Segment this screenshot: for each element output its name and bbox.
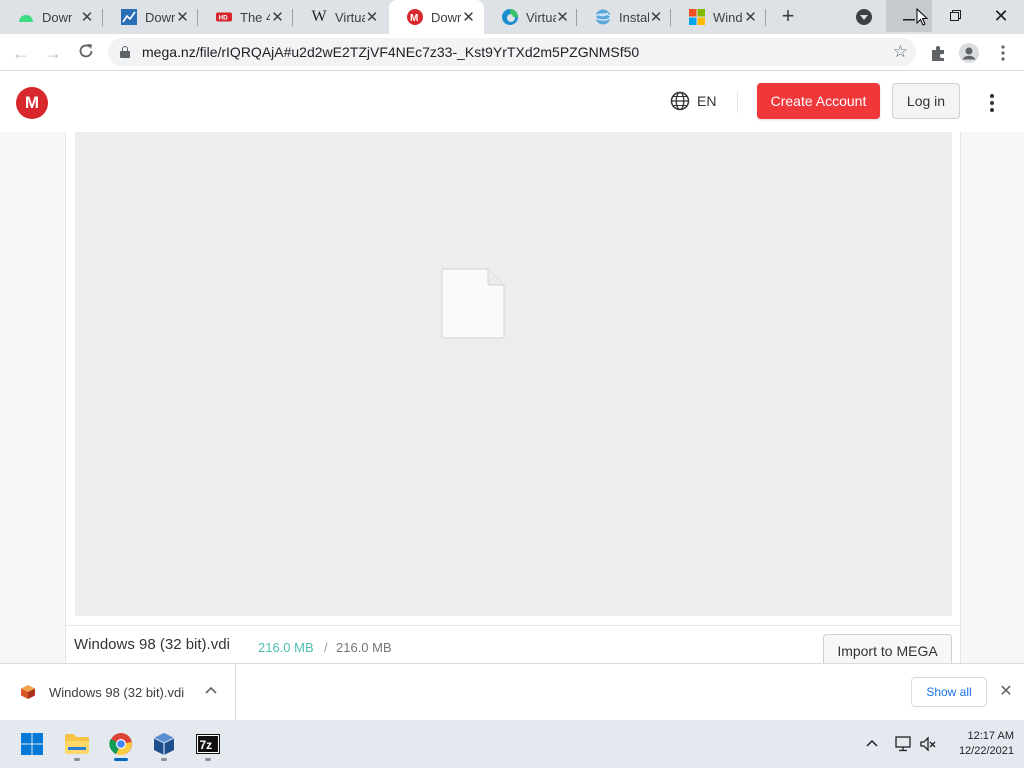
url-text: mega.nz/file/rIQRQAjA#u2d2wE2TZjVF4NEc7z… <box>142 44 640 60</box>
svg-text:M: M <box>410 13 418 24</box>
language-selector[interactable]: EN <box>670 91 716 111</box>
taskbar-virtualbox[interactable] <box>146 726 182 762</box>
size-separator: / <box>324 640 328 655</box>
file-card: Windows 98 (32 bit).vdi 216.0 MB / 216.0… <box>65 132 961 668</box>
clock-time: 12:17 AM <box>967 730 1014 742</box>
network-icon[interactable] <box>894 735 912 753</box>
start-button[interactable] <box>14 726 50 762</box>
tab-windows[interactable]: Windows ✕ <box>671 0 766 34</box>
folder-icon <box>65 734 89 754</box>
reload-button[interactable] <box>73 40 99 66</box>
edge-icon <box>502 9 518 25</box>
close-icon[interactable]: ✕ <box>175 9 190 26</box>
restore-button[interactable] <box>932 0 978 32</box>
globe-icon <box>670 91 690 111</box>
bookmark-star-icon[interactable]: ☆ <box>893 42 908 62</box>
virtualbox-icon <box>153 733 175 755</box>
close-icon[interactable]: ✕ <box>649 9 663 26</box>
tab-install[interactable]: Install ✕ <box>577 0 671 34</box>
reload-icon <box>78 43 94 64</box>
tab-mega-download[interactable]: M Download ✕ <box>389 0 484 34</box>
profile-avatar-icon[interactable] <box>958 42 980 64</box>
close-icon: ✕ <box>993 5 1009 26</box>
svg-text:HD: HD <box>219 15 228 22</box>
address-bar[interactable]: mega.nz/file/rIQRQAjA#u2d2wE2TZjVF4NEc7z… <box>108 38 916 66</box>
lock-icon <box>120 46 130 58</box>
tab-downloads-android[interactable]: Downloads ✕ <box>0 0 103 34</box>
windows-start-icon <box>21 733 43 755</box>
vdi-file-icon <box>21 685 35 699</box>
back-button[interactable]: ← <box>8 40 34 66</box>
mega-header: M EN Create Account Log in <box>0 71 1024 132</box>
minimize-icon <box>903 8 915 24</box>
language-label: EN <box>697 93 717 109</box>
windows-taskbar: 7z 12:17 AM 12/22/2021 <box>0 720 1024 768</box>
downloaded-size: 216.0 MB <box>258 640 314 655</box>
new-tab-button[interactable]: + <box>776 5 800 29</box>
file-info-bar: Windows 98 (32 bit).vdi 216.0 MB / 216.0… <box>66 625 960 668</box>
forward-button[interactable]: → <box>40 40 66 66</box>
close-shelf-icon[interactable]: ✕ <box>997 682 1015 700</box>
browser-menu-icon[interactable] <box>992 42 1014 64</box>
close-icon[interactable]: ✕ <box>743 9 758 26</box>
globe-site-icon <box>595 9 611 25</box>
chart-site-icon <box>121 9 137 25</box>
generic-file-icon <box>441 268 505 339</box>
extensions-icon[interactable] <box>927 42 949 64</box>
tab-search-icon[interactable] <box>856 9 872 25</box>
minimize-button[interactable] <box>886 0 932 32</box>
close-icon[interactable]: ✕ <box>461 9 476 26</box>
total-size: 216.0 MB <box>336 640 392 655</box>
svg-text:7z: 7z <box>200 738 213 752</box>
close-icon[interactable]: ✕ <box>365 9 379 26</box>
forward-arrow-icon: → <box>44 42 62 63</box>
7zip-icon: 7z <box>196 734 220 754</box>
more-options-icon[interactable] <box>982 91 1002 115</box>
taskbar-7zip[interactable]: 7z <box>190 726 226 762</box>
tab-downloads-chart[interactable]: Downloads ✕ <box>103 0 198 34</box>
system-clock[interactable]: 12:17 AM 12/22/2021 <box>948 729 1014 759</box>
close-icon[interactable]: ✕ <box>270 9 285 26</box>
chrome-icon <box>109 733 132 756</box>
restore-icon <box>949 8 961 24</box>
mega-icon: M <box>407 9 423 25</box>
volume-muted-icon[interactable] <box>919 735 937 753</box>
android-icon <box>18 9 34 25</box>
download-item[interactable]: Windows 98 (32 bit).vdi <box>0 664 236 720</box>
chevron-up-icon[interactable] <box>205 683 217 697</box>
mega-logo[interactable]: M <box>16 87 48 119</box>
login-button[interactable]: Log in <box>892 83 960 119</box>
clock-date: 12/22/2021 <box>958 745 1014 757</box>
close-window-button[interactable]: ✕ <box>978 0 1024 32</box>
close-icon[interactable]: ✕ <box>556 9 569 26</box>
back-arrow-icon: ← <box>12 42 30 63</box>
tab-virtualbox-edge[interactable]: VirtualBox ✕ <box>484 0 577 34</box>
w-icon: W <box>311 8 327 25</box>
header-divider <box>737 91 738 113</box>
browser-toolbar: ← → mega.nz/file/rIQRQAjA#u2d2wE2TZjVF4N… <box>0 34 1024 71</box>
create-account-button[interactable]: Create Account <box>757 83 880 119</box>
tab-the-4[interactable]: HD The 4 ✕ <box>198 0 293 34</box>
hd-icon: HD <box>216 9 232 25</box>
mouse-cursor-icon <box>916 7 929 29</box>
tab-virtualbox-wiki[interactable]: W VirtualBox ✕ <box>293 0 387 34</box>
file-page: Windows 98 (32 bit).vdi 216.0 MB / 216.0… <box>0 132 1024 668</box>
file-name: Windows 98 (32 bit).vdi <box>74 636 230 653</box>
taskbar-chrome[interactable] <box>103 726 139 762</box>
show-all-downloads-button[interactable]: Show all <box>911 677 987 707</box>
show-hidden-icons-chevron-icon[interactable] <box>866 736 878 750</box>
download-shelf: Windows 98 (32 bit).vdi Show all ✕ <box>0 663 1024 720</box>
download-file-name: Windows 98 (32 bit).vdi <box>49 685 185 700</box>
taskbar-file-explorer[interactable] <box>59 726 95 762</box>
windows-icon <box>689 9 705 25</box>
tab-strip: Downloads ✕ Downloads ✕ HD The 4 ✕ W Vir… <box>0 0 1024 34</box>
close-icon[interactable]: ✕ <box>79 9 95 26</box>
file-preview <box>75 132 952 616</box>
